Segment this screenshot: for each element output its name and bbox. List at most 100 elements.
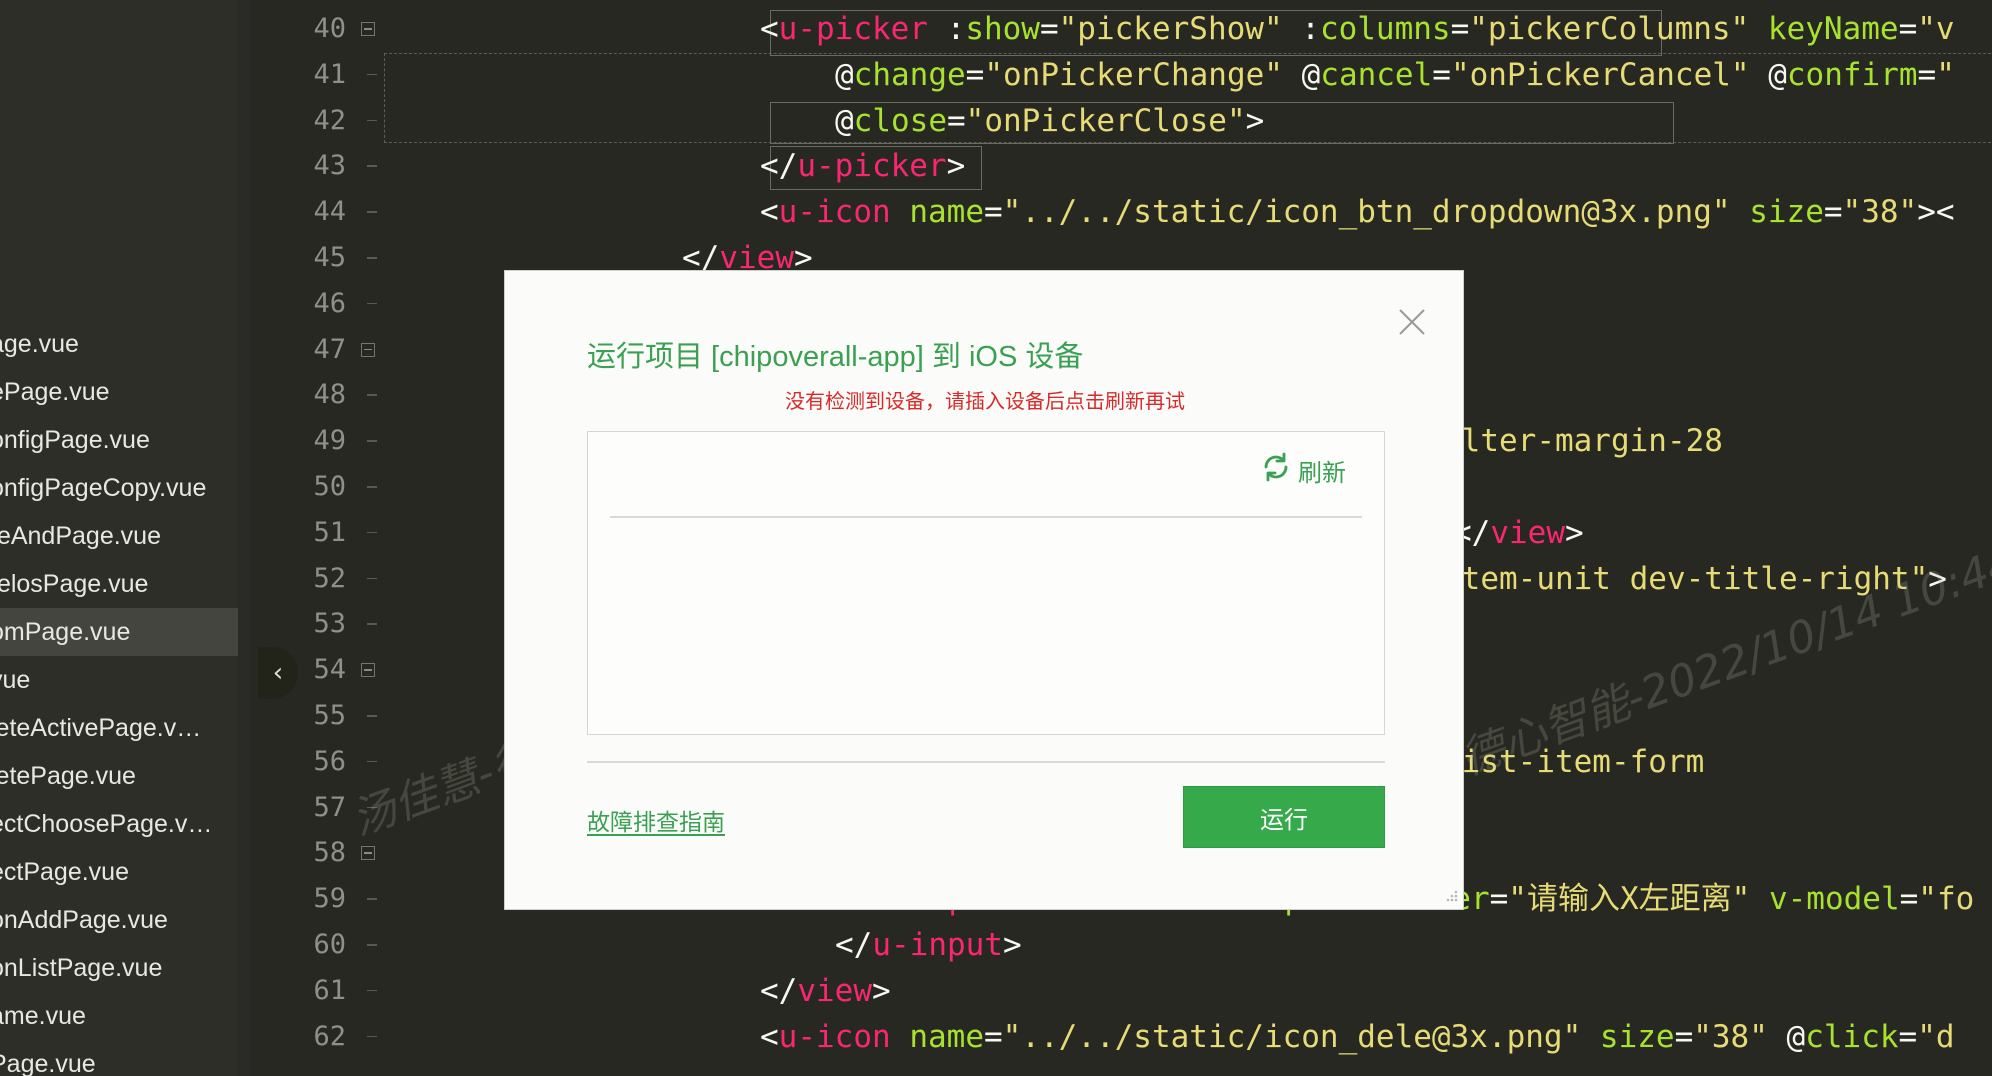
troubleshoot-guide-link[interactable]: 故障排查指南 <box>587 803 725 837</box>
line-number: 44 <box>313 196 346 228</box>
file-item[interactable]: vue <box>0 656 250 704</box>
sidebar-scrollbar[interactable] <box>238 0 250 1076</box>
device-list-panel: 刷新 <box>587 431 1385 735</box>
code-token: view <box>797 972 872 1009</box>
file-item[interactable]: onfigPageCopy.vue <box>0 464 250 512</box>
code-token: >< <box>1917 194 1955 231</box>
file-item[interactable]: omPage.vue <box>0 608 250 656</box>
fold-toggle-icon[interactable] <box>361 663 375 678</box>
line-number: 46 <box>313 287 346 319</box>
error-message: 没有检测到设备，请插入设备后点击刷新再试 <box>785 391 1185 413</box>
line-number: 56 <box>313 745 346 777</box>
line-number: 52 <box>313 562 346 594</box>
run-button[interactable]: 运行 <box>1183 786 1385 848</box>
code-token: change <box>853 56 966 93</box>
file-item[interactable]: telosPage.vue <box>0 560 250 608</box>
code-token: "38" <box>1842 194 1918 231</box>
file-item[interactable]: ectPage.vue <box>0 848 250 896</box>
code-line: </view> <box>760 968 891 1014</box>
line-number: 61 <box>313 974 346 1006</box>
file-item[interactable]: onfigPage.vue <box>0 416 250 464</box>
fold-guide <box>367 623 377 625</box>
resize-grip-icon[interactable] <box>1443 889 1459 905</box>
fold-guide <box>367 302 377 305</box>
code-token: : <box>1282 11 1320 47</box>
fold-guide <box>367 211 377 213</box>
file-item[interactable]: ePage.vue <box>0 368 250 416</box>
code-token: "onPickerCancel" <box>1450 56 1750 93</box>
line-number: 42 <box>313 104 346 136</box>
code-token: = <box>1899 881 1919 918</box>
code-token: < <box>760 1018 779 1055</box>
code-line: @close="onPickerClose"> <box>835 98 1264 144</box>
code-token: > <box>1245 102 1265 139</box>
code-token: "pickerColumns" <box>1469 11 1750 47</box>
code-token: "../../static/icon_btn_dropdown@3x.png" <box>1002 194 1731 231</box>
code-token: = <box>1489 881 1509 918</box>
code-token: = <box>1039 11 1059 47</box>
fold-guide <box>367 440 377 442</box>
fold-toggle-icon[interactable] <box>361 846 375 861</box>
refresh-icon <box>1260 451 1292 490</box>
code-token: > <box>1002 927 1022 963</box>
code-token: u-picker <box>797 148 947 185</box>
fold-guide <box>367 531 377 534</box>
file-item[interactable]: letePage.vue <box>0 752 250 800</box>
code-line: </u-input> <box>835 922 1022 968</box>
line-number: 58 <box>313 837 346 869</box>
code-token: "../../static/icon_dele@3x.png" <box>1002 1018 1582 1055</box>
code-token: show <box>965 11 1040 47</box>
fold-toggle-icon[interactable] <box>361 22 375 36</box>
code-token: "pickerShow" <box>1058 11 1283 47</box>
fold-toggle-icon[interactable] <box>361 342 375 357</box>
file-item[interactable]: onListPage.vue <box>0 944 250 992</box>
code-token: keyName <box>1767 11 1899 47</box>
fold-guide <box>367 119 377 122</box>
code-token: " <box>1936 56 1955 93</box>
file-item[interactable]: teAndPage.vue <box>0 512 250 560</box>
close-icon[interactable] <box>1397 307 1427 337</box>
run-ios-device-dialog: 运行项目 [chipoverall-app] 到 iOS 设备 没有检测到设备，… <box>504 270 1464 910</box>
footer-divider <box>587 761 1385 763</box>
file-item[interactable]: onAddPage.vue <box>0 896 250 944</box>
line-number: 41 <box>313 58 346 90</box>
file-item[interactable]: leteActivePage.v… <box>0 704 250 752</box>
code-token: "v <box>1917 11 1955 47</box>
file-item[interactable]: Page.vue <box>0 1040 250 1076</box>
fold-guide <box>367 715 377 717</box>
code-line: item-unit dev-title-right"> <box>1443 556 1947 602</box>
code-token: "d <box>1917 1018 1955 1055</box>
fold-guide <box>367 577 377 580</box>
code-token: < <box>760 11 779 47</box>
code-token: @ <box>835 56 854 93</box>
file-item[interactable]: ectChoosePage.v… <box>0 800 250 848</box>
code-token: size <box>1599 1018 1675 1055</box>
file-item[interactable]: ame.vue <box>0 992 250 1040</box>
code-token: @ <box>835 102 854 139</box>
file-explorer-sidebar: age.vueePage.vueonfigPage.vueonfigPageCo… <box>0 0 250 1076</box>
code-token: list-item-form <box>1443 743 1705 780</box>
refresh-button[interactable]: 刷新 <box>1260 452 1346 488</box>
line-number-gutter: 40 41 42 43 44 45 46 47 48 49 50 51 52 53 54 55 56 57 58 59… <box>250 0 380 1076</box>
code-token: item-unit dev-title-right" <box>1443 560 1929 597</box>
code-token: > <box>946 148 966 185</box>
code-token: name <box>909 194 984 231</box>
line-number: 51 <box>313 516 346 548</box>
code-token: @ <box>1767 1018 1806 1055</box>
line-number: 62 <box>313 1020 346 1052</box>
code-token: = <box>965 56 985 93</box>
line-number: 53 <box>313 608 346 640</box>
code-token: = <box>1898 11 1918 47</box>
fold-guide <box>367 394 377 396</box>
code-token: = <box>1898 1018 1918 1055</box>
file-item[interactable]: age.vue <box>0 320 250 368</box>
code-token: "onPickerClose" <box>965 102 1246 139</box>
code-token: = <box>1674 1018 1694 1055</box>
code-token: "onPickerChange" <box>984 56 1283 93</box>
line-number: 43 <box>313 150 346 182</box>
code-token: v-model <box>1768 881 1900 918</box>
fold-guide <box>367 486 377 488</box>
